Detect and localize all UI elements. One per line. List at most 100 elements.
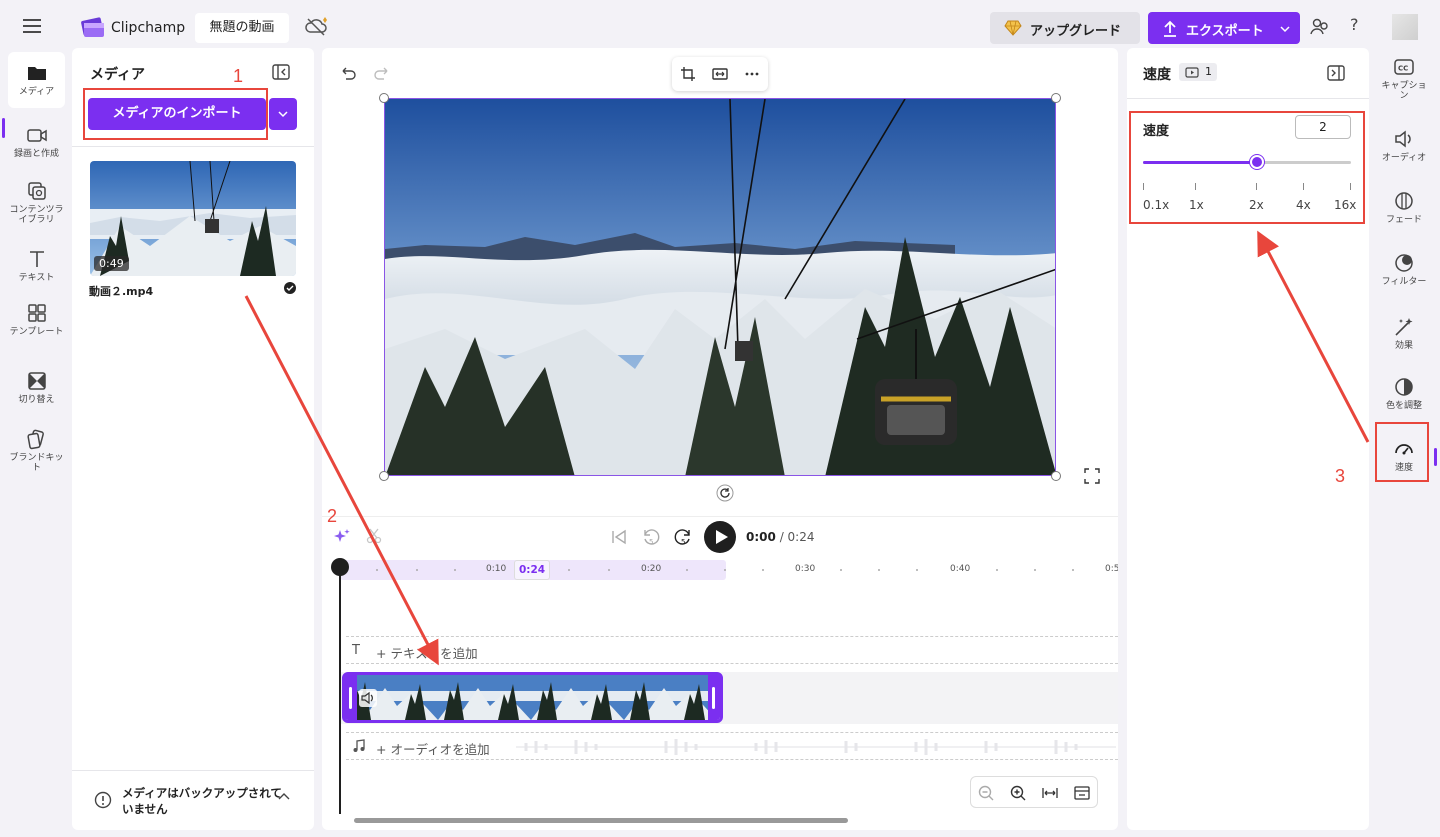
hamburger-menu-icon[interactable]: [20, 14, 44, 38]
play-button[interactable]: [704, 521, 736, 553]
clip-trim-handle-right[interactable]: [708, 675, 720, 720]
scissors-icon[interactable]: [366, 528, 382, 544]
chevron-up-icon[interactable]: [278, 793, 290, 801]
zoom-out-icon[interactable]: [977, 784, 995, 802]
nav-item-transitions[interactable]: 切り替え: [8, 370, 65, 405]
project-title[interactable]: 無題の動画: [195, 13, 289, 43]
text-track[interactable]: T + テキストを追加: [346, 636, 1118, 664]
audio-track[interactable]: + オーディオを追加: [346, 732, 1118, 760]
import-dropdown-button[interactable]: [269, 98, 297, 130]
resize-handle[interactable]: [1051, 93, 1061, 103]
diamond-icon: [1004, 20, 1022, 36]
active-indicator: [1434, 448, 1437, 466]
timeline-ruler[interactable]: 0:10 0:20 0:30 0:40 0:5 0:24: [336, 560, 1118, 580]
nav-item-record[interactable]: 録画と作成: [8, 124, 65, 159]
tick-dot: [376, 569, 378, 571]
nav-label-transitions: 切り替え: [18, 395, 55, 405]
playhead-handle[interactable]: [331, 558, 349, 576]
backup-notice[interactable]: メディアはバックアップされていません: [72, 770, 314, 830]
captions-icon: CC: [1394, 59, 1414, 75]
tick-label: 0:5: [1105, 564, 1118, 574]
brand-name: Clipchamp: [111, 20, 186, 36]
tick-dot: [1072, 569, 1074, 571]
tick-dot: [996, 569, 998, 571]
close-panel-icon[interactable]: [1327, 65, 1345, 81]
expand-timeline-icon[interactable]: [1073, 784, 1091, 802]
redo-icon[interactable]: [374, 64, 392, 82]
speaker-icon[interactable]: [359, 689, 377, 707]
annotation-label: 3: [1335, 466, 1346, 486]
color-adjust-icon: [1395, 378, 1413, 396]
video-clip[interactable]: [342, 672, 723, 723]
crop-icon[interactable]: [680, 66, 696, 82]
resize-handle[interactable]: [379, 93, 389, 103]
help-icon[interactable]: ?: [1350, 15, 1359, 34]
template-icon: [27, 304, 46, 322]
cloud-offline-icon[interactable]: [304, 15, 330, 39]
nav-item-media[interactable]: メディア: [8, 52, 65, 108]
clip-trim-handle-left[interactable]: [345, 675, 357, 720]
nav-label-content-library: コンテンツライブラリ: [9, 205, 64, 225]
badge-count: 1: [1205, 65, 1212, 78]
text-icon: T: [352, 643, 360, 658]
nav-label-record: 録画と作成: [13, 149, 59, 159]
tick-label: 0:20: [641, 564, 662, 574]
add-audio-label: + オーディオを追加: [376, 742, 490, 757]
nav-item-filters[interactable]: フィルター: [1378, 252, 1430, 287]
nav-label-fade: フェード: [1385, 215, 1422, 225]
svg-text:5: 5: [649, 538, 653, 546]
skip-back-icon[interactable]: [608, 526, 630, 548]
upload-icon: [1164, 20, 1176, 37]
fullscreen-icon[interactable]: [1084, 468, 1100, 484]
nav-item-captions[interactable]: CC キャプション: [1378, 56, 1430, 101]
media-panel: メディア メディアのインポート 0:49 動画２.mp4 メディアはバックアップ…: [72, 48, 314, 830]
total-time: / 0:24: [779, 530, 815, 544]
nav-item-fade[interactable]: フェード: [1378, 190, 1430, 225]
nav-item-audio[interactable]: オーディオ: [1378, 128, 1430, 163]
nav-item-content-library[interactable]: コンテンツライブラリ: [8, 180, 65, 225]
collapse-panel-icon[interactable]: [272, 64, 290, 80]
nav-label-text: テキスト: [18, 273, 55, 283]
horizontal-scrollbar[interactable]: [354, 818, 848, 823]
nav-label-templates: テンプレート: [9, 327, 64, 337]
tick-label: 0:10: [486, 564, 507, 574]
editor-center: 5 5 0:00 / 0:24 0:10 0:20 0:30 0:40 0:5 …: [322, 48, 1118, 830]
undo-icon[interactable]: [338, 64, 356, 82]
nav-item-templates[interactable]: テンプレート: [8, 302, 65, 337]
fit-timeline-icon[interactable]: [1041, 784, 1059, 802]
video-clip-icon: [1185, 67, 1199, 78]
fit-icon[interactable]: [712, 66, 728, 82]
upgrade-button[interactable]: アップグレード: [990, 12, 1140, 44]
resize-handle[interactable]: [1051, 471, 1061, 481]
more-icon[interactable]: [744, 66, 760, 82]
tick-label: 0:40: [950, 564, 971, 574]
chevron-down-icon: [278, 111, 288, 118]
avatar[interactable]: [1392, 14, 1418, 40]
nav-item-effects[interactable]: 効果: [1378, 316, 1430, 351]
tick-dot: [840, 569, 842, 571]
forward-5-icon[interactable]: 5: [672, 526, 694, 548]
tick-label: 0:30: [795, 564, 816, 574]
tick-dot: [454, 569, 456, 571]
fade-icon: [1395, 192, 1413, 210]
zoom-in-icon[interactable]: [1009, 784, 1027, 802]
effects-icon: [1395, 318, 1413, 336]
nav-item-brand-kit[interactable]: ブランドキット: [8, 428, 65, 473]
collaborate-icon[interactable]: [1310, 17, 1330, 37]
audio-waveform: [516, 739, 1116, 755]
tick-dot: [568, 569, 570, 571]
nav-item-color-adjust[interactable]: 色を調整: [1378, 376, 1430, 411]
divider: [1127, 98, 1369, 99]
left-nav: メディア 録画と作成 コンテンツライブラリ テキスト テンプレート 切り替え ブ…: [0, 52, 72, 837]
export-button[interactable]: エクスポート: [1148, 12, 1300, 44]
camera-icon: [26, 129, 47, 142]
nav-item-text[interactable]: テキスト: [8, 248, 65, 283]
tick-dot: [762, 569, 764, 571]
rewind-5-icon[interactable]: 5: [640, 526, 662, 548]
sparkle-icon[interactable]: [334, 528, 350, 544]
playhead[interactable]: [339, 560, 341, 814]
nav-label-color-adjust: 色を調整: [1385, 401, 1422, 411]
video-preview[interactable]: [384, 98, 1056, 476]
rotate-icon[interactable]: [716, 484, 734, 502]
resize-handle[interactable]: [379, 471, 389, 481]
